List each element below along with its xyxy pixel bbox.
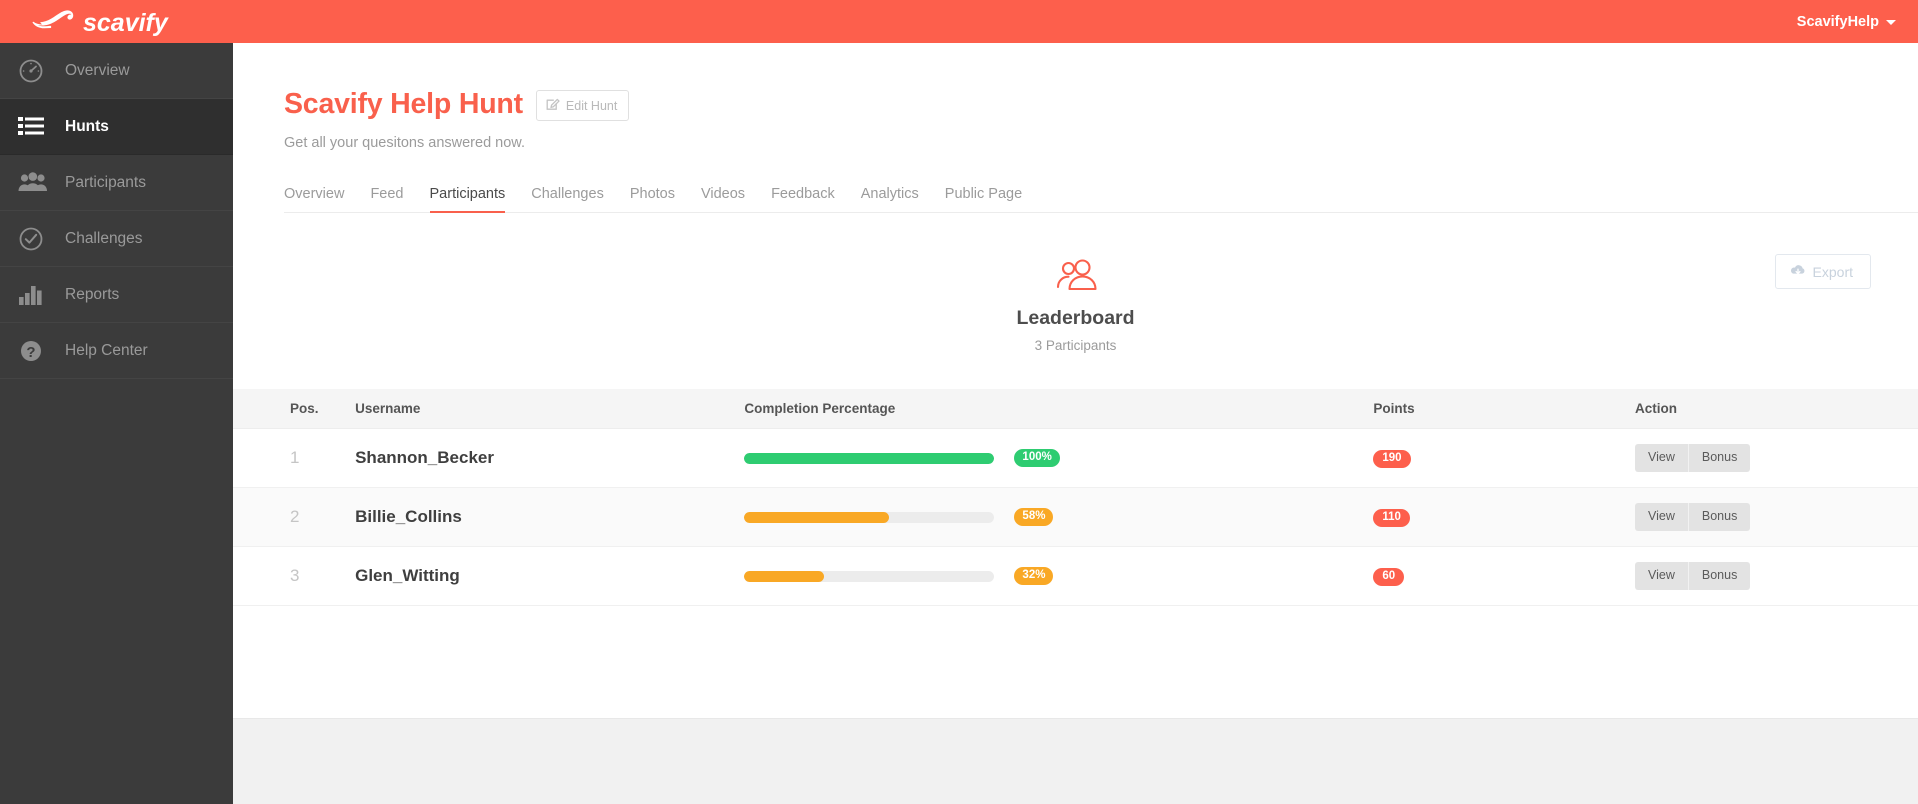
sidebar-item-label: Hunts — [65, 117, 109, 135]
main-content: Scavify Help Hunt Edit Hunt Get all your… — [233, 43, 1918, 804]
scavify-cheetah-logo: scavify — [32, 9, 169, 37]
tab-feed[interactable]: Feed — [357, 186, 416, 213]
points-badge: 110 — [1373, 508, 1410, 528]
sidebar-item-overview[interactable]: Overview — [0, 43, 233, 99]
leaderboard-header: Leaderboard 3 Participants Export — [233, 213, 1918, 353]
row-action-group: View Bonus — [1635, 503, 1751, 531]
row-username: Billie_Collins — [355, 507, 462, 526]
completion-cell: 58% — [744, 507, 1342, 527]
page-header: Scavify Help Hunt Edit Hunt Get all your… — [233, 43, 1918, 151]
row-username: Shannon_Becker — [355, 448, 494, 467]
tab-feedback[interactable]: Feedback — [758, 186, 848, 213]
chevron-down-icon — [1886, 20, 1896, 25]
progress-bar-fill — [744, 570, 825, 582]
table-row: 2 Billie_Collins 58% 110 View Bonus — [233, 487, 1918, 547]
tab-challenges[interactable]: Challenges — [518, 186, 617, 213]
view-button[interactable]: View — [1635, 444, 1688, 472]
question-mark-circle-icon: ? — [18, 336, 52, 366]
completion-cell: 32% — [744, 566, 1342, 586]
tab-photos[interactable]: Photos — [617, 186, 688, 213]
progress-bar-fill — [744, 511, 890, 523]
sidebar-item-label: Reports — [65, 285, 120, 303]
people-group-icon — [233, 259, 1918, 293]
row-position: 1 — [290, 448, 300, 467]
completion-percentage-badge: 58% — [1014, 507, 1054, 527]
check-circle-icon — [18, 224, 52, 254]
pencil-square-icon — [546, 97, 560, 114]
view-button[interactable]: View — [1635, 503, 1688, 531]
top-bar: scavify ScavifyHelp — [0, 0, 1918, 43]
column-header-username: Username — [325, 389, 715, 429]
sidebar-item-label: Overview — [65, 61, 130, 79]
brand-wordmark: scavify — [83, 9, 169, 37]
completion-percentage-badge: 32% — [1014, 566, 1054, 586]
sidebar-item-label: Participants — [65, 173, 146, 191]
bar-chart-icon — [18, 280, 52, 310]
progress-bar-fill — [744, 452, 995, 464]
progress-bar-track — [744, 452, 995, 464]
table-body: 1 Shannon_Becker 100% 190 View Bonus 2 B… — [233, 428, 1918, 606]
points-badge: 60 — [1373, 567, 1405, 587]
svg-text:?: ? — [26, 344, 35, 361]
footer-strip — [233, 718, 1918, 804]
bonus-button[interactable]: Bonus — [1687, 444, 1751, 472]
table-header-row: Pos. Username Completion Percentage Poin… — [233, 389, 1918, 429]
sidebar-item-label: Help Center — [65, 341, 148, 359]
page-title: Scavify Help Hunt — [284, 87, 523, 120]
sidebar: Overview Hunts Participants Challenges R… — [0, 43, 233, 804]
cloud-download-icon — [1790, 263, 1806, 280]
row-action-group: View Bonus — [1635, 444, 1751, 472]
user-menu-label: ScavifyHelp — [1796, 13, 1879, 30]
bonus-button[interactable]: Bonus — [1687, 503, 1751, 531]
hunt-tabs: Overview Feed Participants Challenges Ph… — [284, 175, 1918, 213]
user-menu[interactable]: ScavifyHelp — [1797, 14, 1918, 30]
row-position: 3 — [290, 566, 300, 585]
leaderboard-table-wrapper: Pos. Username Completion Percentage Poin… — [233, 389, 1918, 606]
row-action-group: View Bonus — [1635, 562, 1751, 590]
tab-videos[interactable]: Videos — [688, 186, 758, 213]
column-header-points: Points — [1342, 389, 1604, 429]
row-username: Glen_Witting — [355, 566, 460, 585]
progress-bar-track — [744, 570, 995, 582]
table-row: 3 Glen_Witting 32% 60 View Bonus — [233, 546, 1918, 606]
list-icon — [18, 112, 52, 142]
bonus-button[interactable]: Bonus — [1687, 562, 1751, 590]
export-label: Export — [1812, 263, 1853, 280]
completion-cell: 100% — [744, 448, 1342, 468]
sidebar-item-participants[interactable]: Participants — [0, 155, 233, 211]
brand-logo-link[interactable]: scavify — [0, 0, 233, 43]
edit-hunt-button[interactable]: Edit Hunt — [535, 90, 630, 121]
leaderboard-table: Pos. Username Completion Percentage Poin… — [233, 389, 1918, 606]
table-head: Pos. Username Completion Percentage Poin… — [233, 389, 1918, 429]
view-button[interactable]: View — [1635, 562, 1688, 590]
column-header-action: Action — [1604, 389, 1918, 429]
title-row: Scavify Help Hunt Edit Hunt — [284, 87, 1918, 121]
row-position: 2 — [290, 507, 300, 526]
export-button[interactable]: Export — [1774, 254, 1871, 289]
tab-public-page[interactable]: Public Page — [932, 186, 1035, 213]
column-header-pos: Pos. — [233, 389, 326, 429]
column-header-completion-percentage: Completion Percentage — [714, 389, 1343, 429]
people-icon — [18, 168, 52, 198]
sidebar-item-hunts[interactable]: Hunts — [0, 99, 233, 155]
tab-overview[interactable]: Overview — [284, 186, 357, 213]
sidebar-item-challenges[interactable]: Challenges — [0, 211, 233, 267]
leaderboard-title: Leaderboard — [1016, 307, 1135, 329]
progress-bar-track — [744, 511, 995, 523]
sidebar-item-help-center[interactable]: ? Help Center — [0, 323, 233, 379]
gauge-icon — [18, 56, 52, 86]
leaderboard-participant-count: 3 Participants — [1034, 338, 1117, 353]
sidebar-item-label: Challenges — [65, 229, 143, 247]
completion-percentage-badge: 100% — [1014, 448, 1060, 468]
table-row: 1 Shannon_Becker 100% 190 View Bonus — [233, 428, 1918, 488]
tab-participants[interactable]: Participants — [417, 186, 519, 213]
points-badge: 190 — [1373, 449, 1411, 469]
tab-analytics[interactable]: Analytics — [848, 186, 932, 213]
page-subtitle: Get all your quesitons answered now. — [284, 135, 525, 151]
edit-hunt-label: Edit Hunt — [565, 98, 618, 113]
sidebar-item-reports[interactable]: Reports — [0, 267, 233, 323]
